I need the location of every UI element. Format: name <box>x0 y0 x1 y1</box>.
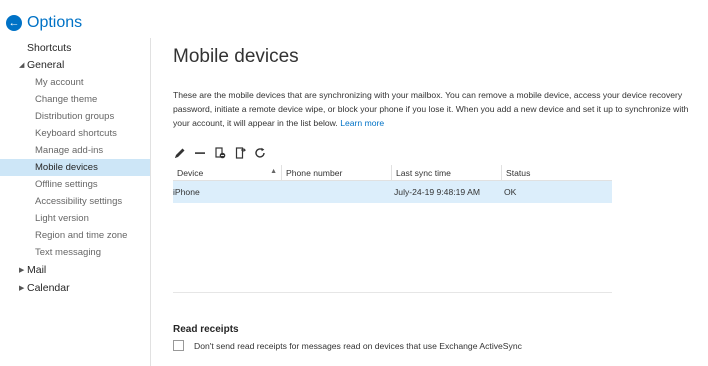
phone-number-cell <box>282 181 392 203</box>
edit-icon[interactable] <box>173 146 187 160</box>
device-cell: iPhone <box>173 187 200 197</box>
sidebar-item-mail[interactable]: ▶ Mail <box>0 261 150 278</box>
page-header-title: Options <box>27 14 83 31</box>
back-arrow-icon[interactable]: ← <box>6 15 22 31</box>
sidebar-item-accessibility-settings[interactable]: Accessibility settings <box>0 193 150 210</box>
read-receipts-label[interactable]: Don't send read receipts for messages re… <box>194 341 522 351</box>
sidebar-item-my-account[interactable]: My account <box>0 74 150 91</box>
section-divider <box>173 292 612 293</box>
sort-ascending-icon: ▲ <box>270 168 277 175</box>
devices-table: Device ▲ Phone number Last sync time Sta… <box>173 165 612 203</box>
sidebar-item-light-version[interactable]: Light version <box>0 210 150 227</box>
read-receipts-heading: Read receipts <box>173 324 239 335</box>
mobile-devices-panel: Mobile devices These are the mobile devi… <box>173 0 693 366</box>
column-header-status[interactable]: Status <box>502 165 612 181</box>
description-text: These are the mobile devices that are sy… <box>173 90 689 128</box>
read-receipts-option: Don't send read receipts for messages re… <box>173 340 522 351</box>
page-title: Mobile devices <box>173 46 299 67</box>
block-icon[interactable] <box>213 146 227 160</box>
read-receipts-checkbox[interactable] <box>173 340 184 351</box>
collapsed-caret-icon: ▶ <box>19 266 25 274</box>
column-header-device[interactable]: Device ▲ <box>173 165 282 181</box>
status-cell: OK <box>504 187 517 197</box>
column-header-last-sync-time[interactable]: Last sync time <box>392 165 502 181</box>
sidebar-item-distribution-groups[interactable]: Distribution groups <box>0 108 150 125</box>
collapsed-caret-icon: ▶ <box>19 284 25 292</box>
wipe-icon[interactable] <box>233 146 247 160</box>
last-sync-cell: July-24-19 9:48:19 AM <box>394 187 480 197</box>
sidebar-item-change-theme[interactable]: Change theme <box>0 91 150 108</box>
table-header: Device ▲ Phone number Last sync time Sta… <box>173 165 612 181</box>
refresh-icon[interactable] <box>253 146 267 160</box>
table-row[interactable]: iPhone July-24-19 9:48:19 AM OK <box>173 181 612 203</box>
sidebar-item-general[interactable]: ◢ General <box>0 56 150 73</box>
sidebar-item-shortcuts[interactable]: Shortcuts <box>0 39 150 56</box>
learn-more-link[interactable]: Learn more <box>340 118 384 128</box>
sidebar-item-mobile-devices[interactable]: Mobile devices <box>0 159 150 176</box>
sidebar-divider <box>150 38 151 366</box>
sidebar-item-region-time-zone[interactable]: Region and time zone <box>0 227 150 244</box>
sidebar-item-manage-add-ins[interactable]: Manage add-ins <box>0 142 150 159</box>
device-toolbar <box>173 146 273 160</box>
column-header-phone-number[interactable]: Phone number <box>282 165 392 181</box>
sidebar-item-keyboard-shortcuts[interactable]: Keyboard shortcuts <box>0 125 150 142</box>
sidebar-item-offline-settings[interactable]: Offline settings <box>0 176 150 193</box>
expanded-caret-icon: ◢ <box>19 61 25 69</box>
remove-icon[interactable] <box>193 146 207 160</box>
options-sidebar: Shortcuts ◢ General My account Change th… <box>0 38 150 366</box>
sidebar-item-text-messaging[interactable]: Text messaging <box>0 244 150 261</box>
options-header: ← Options <box>6 12 82 34</box>
sidebar-item-calendar[interactable]: ▶ Calendar <box>0 279 150 296</box>
